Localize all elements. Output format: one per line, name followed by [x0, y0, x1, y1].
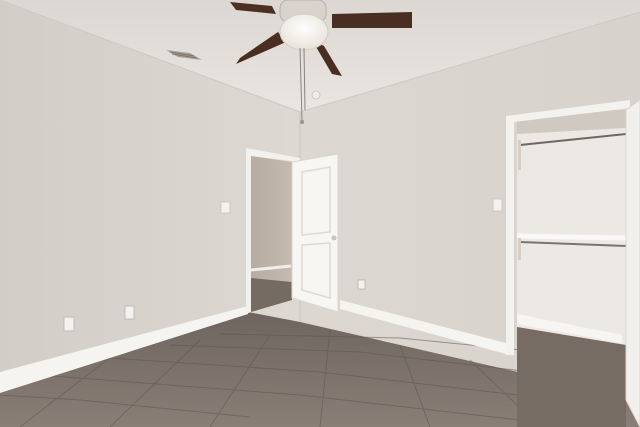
- outlet-icon[interactable]: [63, 316, 75, 332]
- open-door[interactable]: [291, 153, 339, 313]
- door-knob-icon[interactable]: [331, 235, 337, 241]
- light-switch-icon[interactable]: [492, 198, 503, 212]
- room-illustration: [0, 0, 640, 427]
- smoke-detector-icon: [311, 90, 321, 100]
- closet-door-edge[interactable]: [625, 99, 640, 427]
- bedroom-photo: [0, 0, 640, 427]
- outlet-icon[interactable]: [357, 279, 366, 290]
- outlet-icon[interactable]: [124, 305, 135, 320]
- light-switch-icon[interactable]: [220, 201, 231, 214]
- closet-doorway[interactable]: [506, 100, 630, 427]
